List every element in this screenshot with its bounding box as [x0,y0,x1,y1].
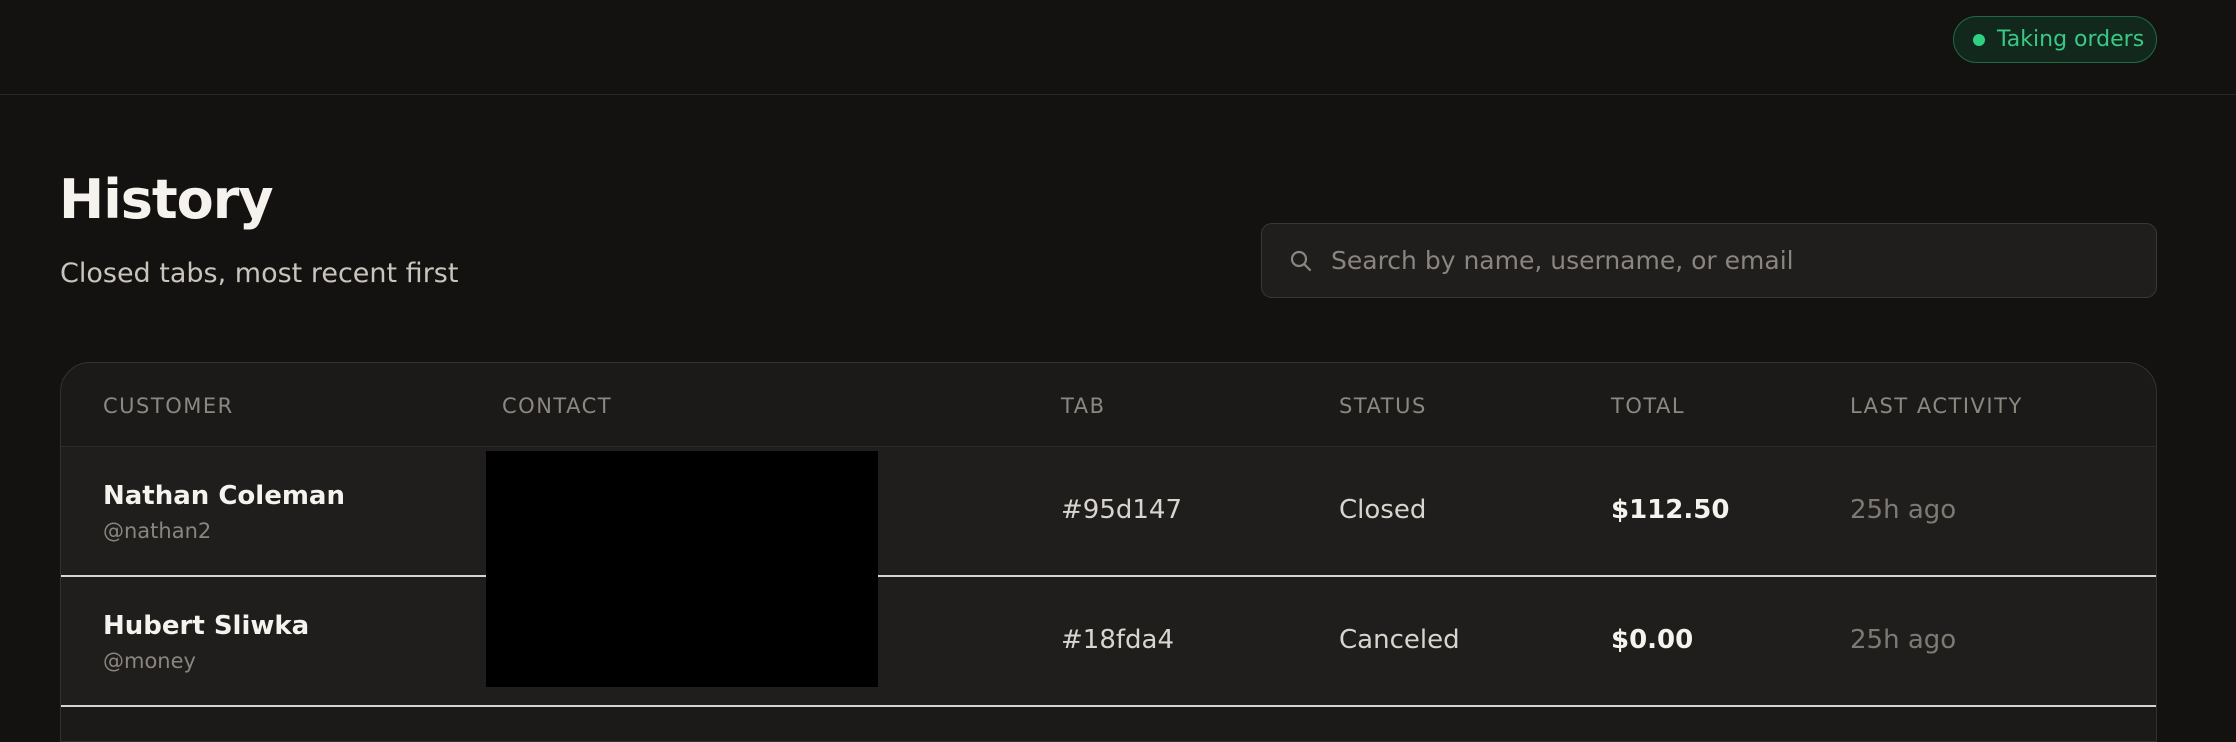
table-row[interactable]: Hubert Sliwka @money #18fda4 Canceled $0… [61,577,2156,707]
search-icon [1290,250,1312,271]
column-header-last-activity: LAST ACTIVITY [1850,394,2023,418]
search-box[interactable] [1261,223,2157,298]
status-dot-icon [1973,33,1985,46]
last-activity: 25h ago [1850,495,1957,525]
customer-username: @nathan2 [103,519,212,543]
tab-id: #18fda4 [1061,625,1175,655]
column-header-tab: TAB [1061,394,1106,418]
column-header-status: STATUS [1339,394,1427,418]
tab-total: $112.50 [1611,495,1730,525]
top-bar: Taking orders [0,0,2236,95]
customer-username: @money [103,649,196,673]
history-table: CUSTOMER CONTACT TAB STATUS TOTAL LAST A… [60,362,2157,742]
page-subtitle: Closed tabs, most recent first [60,258,459,289]
tab-total: $0.00 [1611,625,1694,655]
table-header: CUSTOMER CONTACT TAB STATUS TOTAL LAST A… [61,363,2156,447]
tab-id: #95d147 [1061,495,1182,525]
tab-status: Canceled [1339,625,1460,655]
last-activity: 25h ago [1850,625,1957,655]
redacted-contact-block [486,451,878,687]
customer-name: Hubert Sliwka [103,611,310,641]
search-input[interactable] [1331,246,2156,275]
table-row[interactable]: Nathan Coleman @nathan2 #95d147 Closed $… [61,447,2156,577]
customer-name: Nathan Coleman [103,481,345,511]
taking-orders-badge[interactable]: Taking orders [1953,16,2157,63]
status-badge-label: Taking orders [1997,27,2145,52]
column-header-total: TOTAL [1611,394,1686,418]
column-header-customer: CUSTOMER [103,394,234,418]
page-title: History [59,168,274,231]
column-header-contact: CONTACT [502,394,613,418]
tab-status: Closed [1339,495,1427,525]
